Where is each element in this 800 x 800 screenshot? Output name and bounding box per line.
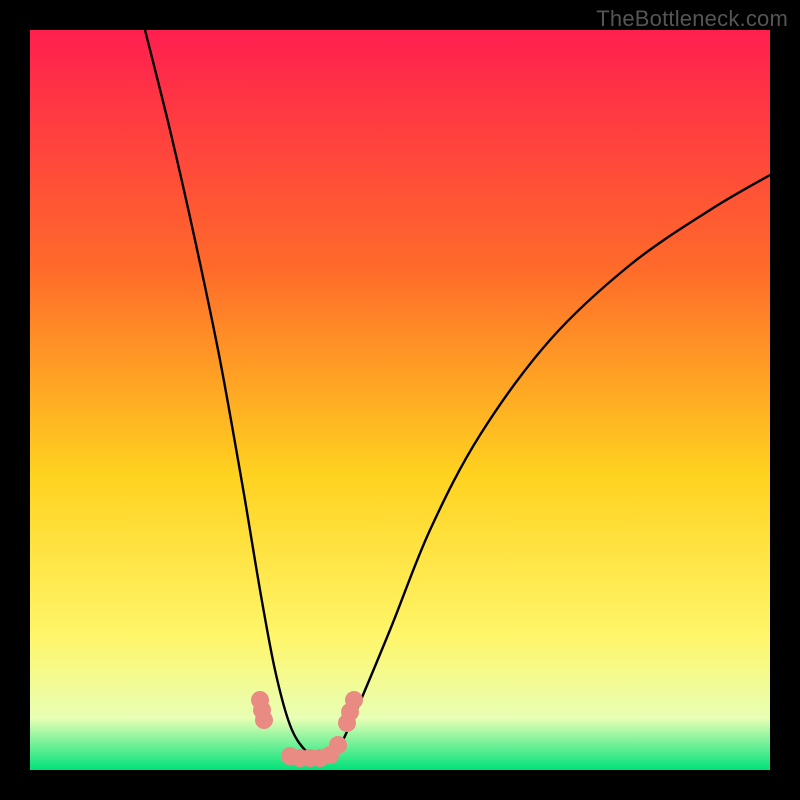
chart-background-gradient [30,30,770,770]
watermark-text: TheBottleneck.com [596,6,788,32]
knot-point [345,691,363,709]
chart-plot-area [30,30,770,770]
knot-point [329,736,347,754]
knot-point [255,711,273,729]
chart-svg [30,30,770,770]
